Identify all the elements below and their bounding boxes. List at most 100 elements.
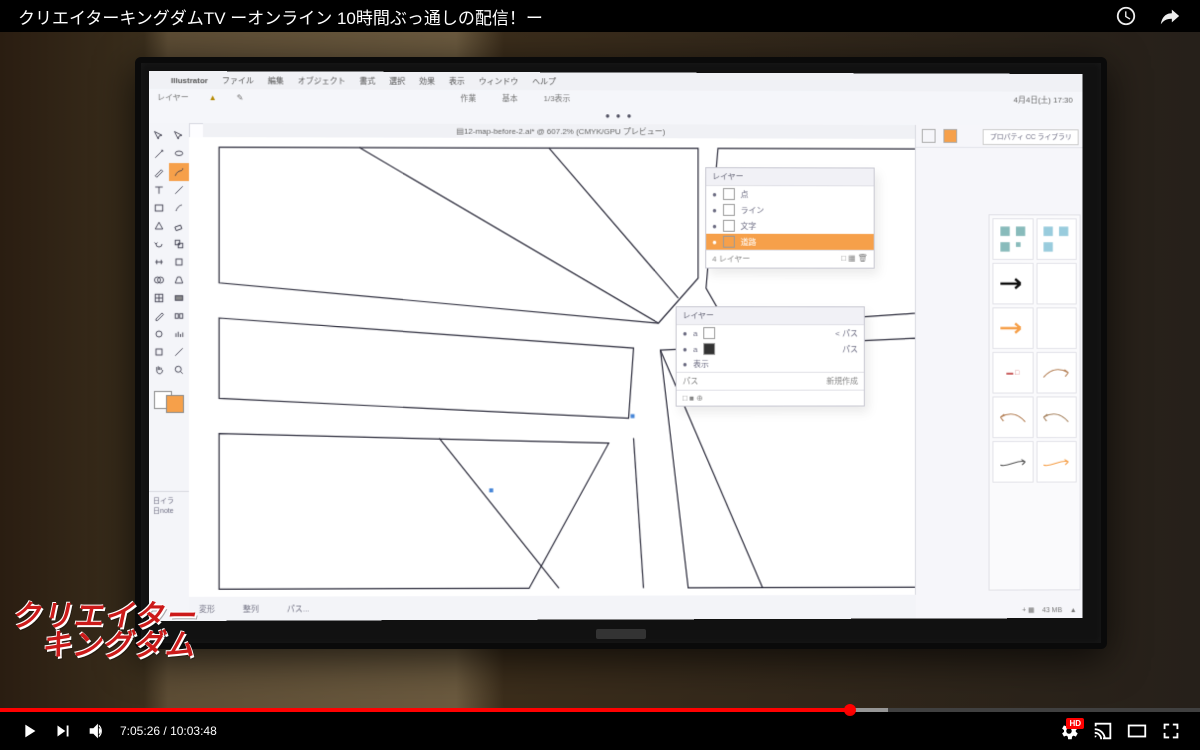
layer-row: ●ライン <box>706 202 873 218</box>
width-tool-icon <box>149 253 169 271</box>
magic-wand-icon <box>149 145 169 163</box>
zoom-tool-icon <box>169 361 189 379</box>
ai-left-mini-panel: 日イラ 日note <box>149 491 189 571</box>
logo-line1: クリエイター <box>10 603 206 632</box>
show-logo: クリエイター キングダム <box>4 603 206 660</box>
layers-panel-2: レイヤー ●a< パス ●aパス ●表示 パス新規作成 □ ■ ⊕ <box>676 306 865 406</box>
video-title: クリエイターキングダムTV ーオンライン 10時間ぶっ通しの配信！ー <box>18 4 543 29</box>
asset-qr-icon <box>1036 218 1077 260</box>
asset-curve-arrow-icon <box>1036 396 1077 438</box>
ai-top-mid: 基本 <box>502 93 518 104</box>
panel-footer: 4 レイヤー□ ▦ 🗑 <box>706 250 873 268</box>
layer2-row: ●a< パス <box>677 325 864 341</box>
settings-button[interactable]: HD <box>1052 714 1086 748</box>
shape-builder-icon <box>149 271 169 289</box>
curvature-tool-icon <box>169 163 189 181</box>
illustrator-screen: Illustrator ファイル 編集 オブジェクト 書式 選択 効果 表示 ウ… <box>149 71 1083 621</box>
theater-mode-button[interactable] <box>1120 714 1154 748</box>
ai-menu-item: ファイル <box>222 75 254 86</box>
rect-tool-icon <box>149 199 169 217</box>
lasso-tool-icon <box>169 145 189 163</box>
current-time: 7:05:26 <box>120 724 160 738</box>
tv-monitor: Illustrator ファイル 編集 オブジェクト 書式 選択 効果 表示 ウ… <box>135 57 1107 649</box>
duration: 10:03:48 <box>170 724 217 738</box>
ai-home-label: レイヤー <box>157 92 189 103</box>
watch-later-icon[interactable] <box>1114 4 1138 28</box>
ai-memory-status: + ▦43 MB▲ <box>1022 606 1077 614</box>
asset-curve-arrow-icon <box>992 396 1033 438</box>
pen-icon: ✎ <box>237 93 244 102</box>
slice-tool-icon <box>169 343 189 361</box>
asset-curve-arrow-icon <box>1036 441 1077 483</box>
ai-menu-item: ヘルプ <box>532 76 556 87</box>
cc-libraries-button: プロパティ CC ライブラリ <box>983 129 1079 145</box>
ai-right-panel: プロパティ CC ライブラリ ▬ □ <box>915 125 1083 619</box>
asset-label: ▬ □ <box>992 352 1033 394</box>
asset-curve-arrow-icon <box>1036 352 1077 394</box>
ai-menu-item: 編集 <box>268 75 284 86</box>
perspective-tool-icon <box>169 271 189 289</box>
layer2-row: ●表示 <box>677 357 864 372</box>
fullscreen-button[interactable] <box>1154 714 1188 748</box>
eraser-tool-icon <box>169 217 189 235</box>
play-button[interactable] <box>12 714 46 748</box>
ai-top-mid: 作業 <box>460 93 476 104</box>
ai-doc-tab-label: 12-map-before-2.ai* @ 607.2% (CMYK/GPU プ… <box>464 125 665 136</box>
cast-button[interactable] <box>1086 714 1120 748</box>
panel-title: レイヤー <box>706 168 873 186</box>
ai-top-mid: 1/3表示 <box>544 93 571 104</box>
tv-brand-badge <box>596 629 646 639</box>
video-content[interactable]: Illustrator ファイル 編集 オブジェクト 書式 選択 効果 表示 ウ… <box>0 32 1200 708</box>
mute-button[interactable] <box>80 714 114 748</box>
gradient-tool-icon <box>169 289 189 307</box>
ai-clock: 4月4日(土) 17:30 <box>1014 95 1073 106</box>
video-title-bar: クリエイターキングダムTV ーオンライン 10時間ぶっ通しの配信！ー <box>0 0 1200 32</box>
layers-panel: レイヤー ●点 ●ライン ●文字 ●道路 4 レイヤー□ ▦ 🗑 <box>705 167 874 268</box>
panel-footer-icons: □ ■ ⊕ <box>677 390 864 406</box>
panel-footer: パス新規作成 <box>677 372 864 390</box>
layer-row-selected: ●道路 <box>706 234 873 250</box>
video-player: { "video": { "title": "クリエイターキングダムTV ーオン… <box>0 0 1200 750</box>
fill-stroke-swatch <box>149 385 189 415</box>
pen-tool-icon <box>149 163 169 181</box>
layer-row: ●点 <box>706 186 873 202</box>
ai-menu-item: ウィンドウ <box>479 76 519 87</box>
free-transform-icon <box>169 253 189 271</box>
ai-app-name: Illustrator <box>171 76 208 85</box>
player-controls: 7:05:26 / 10:03:48 HD <box>0 712 1200 750</box>
ai-bottom-status: 変形 整列 パス... <box>189 595 916 621</box>
hd-badge: HD <box>1066 718 1084 729</box>
left-panel-item: 日イラ <box>153 496 185 506</box>
line-tool-icon <box>169 181 189 199</box>
ai-menu-item: 表示 <box>449 75 465 86</box>
ai-menu-item: オブジェクト <box>298 75 346 86</box>
logo-line2: キングダム <box>40 632 200 661</box>
share-icon[interactable] <box>1158 4 1182 28</box>
rotate-tool-icon <box>149 235 169 253</box>
ai-menu-item: 効果 <box>419 75 435 86</box>
asset-arrow-icon <box>992 307 1033 349</box>
ai-menu-item: 選択 <box>389 75 405 86</box>
left-panel-item: 日note <box>153 506 185 516</box>
hand-tool-icon <box>149 361 169 379</box>
time-display: 7:05:26 / 10:03:48 <box>120 724 217 738</box>
next-button[interactable] <box>46 714 80 748</box>
layer2-row: ●aパス <box>677 341 864 357</box>
shaper-tool-icon <box>149 217 169 235</box>
asset-grid: ▬ □ <box>989 214 1081 590</box>
artboard-tool-icon <box>149 343 169 361</box>
blend-tool-icon <box>169 307 189 325</box>
graph-tool-icon <box>169 325 189 343</box>
asset-arrow-icon <box>992 263 1033 305</box>
scale-tool-icon <box>169 235 189 253</box>
warning-icon: ▲ <box>207 92 219 104</box>
asset-curve-arrow-icon <box>992 441 1033 483</box>
eyedropper-tool-icon <box>149 307 169 325</box>
asset-qr-icon <box>992 218 1033 260</box>
selection-tool-icon <box>149 127 169 145</box>
mesh-tool-icon <box>149 289 169 307</box>
layer-row: ●文字 <box>706 218 873 234</box>
ai-menu-item: 書式 <box>359 75 375 86</box>
direct-select-tool-icon <box>169 127 189 145</box>
doc-icon: ▤ <box>456 126 464 135</box>
